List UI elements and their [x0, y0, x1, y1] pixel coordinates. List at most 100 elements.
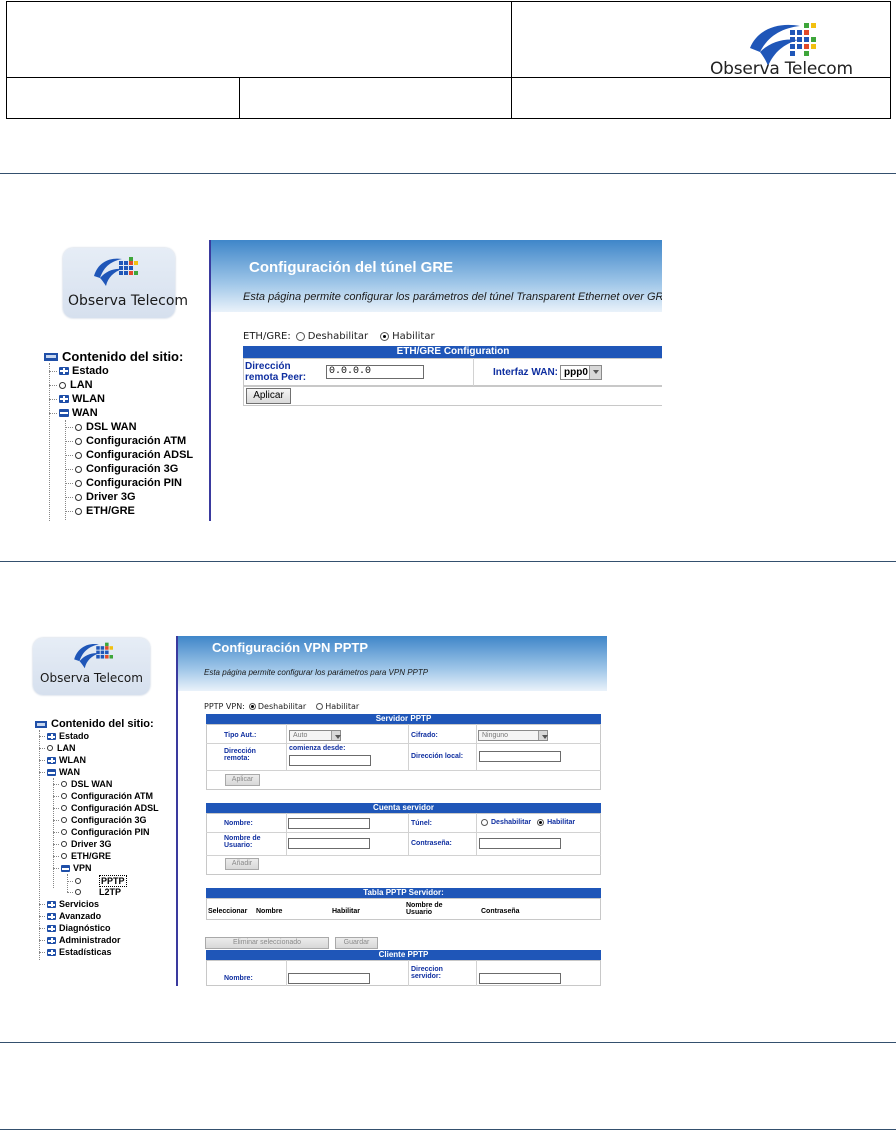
- plus-icon: [59, 367, 69, 375]
- tree-item-wan[interactable]: WAN: [49, 407, 98, 419]
- tree-item-label: L2TP: [99, 887, 122, 897]
- start-from-input[interactable]: [289, 755, 371, 766]
- cell-divider: [286, 724, 287, 770]
- gre-config-screenshot: Observa Telecom Contenido del sitio: Est…: [37, 240, 662, 521]
- client-name-input[interactable]: [288, 973, 370, 984]
- username-input[interactable]: [288, 838, 370, 849]
- plus-icon: [47, 912, 56, 920]
- circle-icon: [61, 853, 67, 859]
- username-label-text: Nombre de Usuario:: [224, 835, 261, 850]
- tree-item-label: Estado: [59, 731, 90, 741]
- auth-type-label: Tipo Aut.:: [224, 732, 257, 739]
- tree-item-label: Configuración ATM: [71, 791, 153, 801]
- tree-item-estado[interactable]: Estado: [49, 365, 109, 377]
- tree-item-avanzado[interactable]: Avanzado: [39, 911, 101, 921]
- tree-item-label: Configuración 3G: [86, 463, 179, 475]
- radio-disable[interactable]: [248, 703, 256, 710]
- plus-icon: [47, 756, 56, 764]
- radio-tunnel-enable[interactable]: [537, 819, 545, 826]
- cell-divider: [476, 813, 477, 855]
- wan-interface-value: ppp0: [564, 367, 588, 378]
- tree-item-label: Avanzado: [59, 911, 102, 921]
- auth-type-value: Auto: [293, 732, 308, 739]
- plus-icon: [47, 732, 56, 740]
- tree-item-3g[interactable]: Configuración 3G: [53, 815, 147, 825]
- peer-address-input[interactable]: 0.0.0.0: [326, 365, 424, 379]
- page-title: Configuración VPN PPTP: [212, 640, 369, 655]
- start-from-label: comienza desde:: [289, 745, 346, 752]
- tree-item-label: WLAN: [59, 755, 86, 765]
- page-title: Configuración del túnel GRE: [249, 259, 454, 276]
- circle-icon: [61, 793, 67, 799]
- server-table-header: Tabla PPTP Servidor:: [206, 888, 601, 898]
- pptp-sidebar-title-text: Contenido del sitio:: [51, 718, 154, 730]
- pptp-config-screenshot: Observa Telecom Contenido del sitio: Est…: [29, 636, 607, 986]
- tree-item-pin[interactable]: Configuración PIN: [65, 477, 182, 489]
- radio-enable[interactable]: [316, 703, 324, 710]
- apply-button[interactable]: Aplicar: [246, 388, 291, 404]
- cipher-select[interactable]: Ninguno: [478, 730, 548, 741]
- tree-item-l2tp[interactable]: L2TP: [67, 887, 121, 897]
- circle-icon: [75, 465, 82, 473]
- tree-item-dsl-wan[interactable]: DSL WAN: [65, 421, 137, 433]
- pptp-mode-row: PPTP VPN: Deshabilitar Habilitar: [204, 702, 359, 711]
- server-address-input[interactable]: [479, 973, 561, 984]
- tree-item-estado[interactable]: Estado: [39, 731, 89, 741]
- tree-item-pin[interactable]: Configuración PIN: [53, 827, 150, 837]
- tree-item-atm[interactable]: Configuración ATM: [53, 791, 153, 801]
- tree-item-servicios[interactable]: Servicios: [39, 899, 99, 909]
- tree-item-3g[interactable]: Configuración 3G: [65, 463, 178, 475]
- tree-item-diagnostico[interactable]: Diagnóstico: [39, 923, 111, 933]
- radio-enable[interactable]: [380, 332, 390, 341]
- circle-icon: [61, 841, 67, 847]
- cell-divider: [286, 960, 287, 986]
- tree-item-lan[interactable]: LAN: [49, 379, 93, 391]
- tree-item-eth-gre[interactable]: ETH/GRE: [53, 851, 111, 861]
- tree-item-driver-3g[interactable]: Driver 3G: [65, 491, 136, 503]
- auth-type-select[interactable]: Auto: [289, 730, 341, 741]
- tree-item-estadisticas[interactable]: Estadísticas: [39, 947, 112, 957]
- circle-icon: [61, 829, 67, 835]
- local-address-input[interactable]: [479, 751, 561, 762]
- tree-item-wan[interactable]: WAN: [39, 767, 80, 777]
- minus-icon: [47, 768, 56, 776]
- client-name-label: Nombre:: [224, 975, 253, 982]
- circle-icon: [61, 817, 67, 823]
- add-account-button[interactable]: Añadir: [225, 858, 259, 870]
- circle-icon: [75, 437, 82, 445]
- tree-item-lan[interactable]: LAN: [39, 743, 76, 753]
- tree-item-label: DSL WAN: [86, 421, 137, 433]
- tree-item-wlan[interactable]: WLAN: [39, 755, 86, 765]
- server-apply-button[interactable]: Aplicar: [225, 774, 260, 786]
- cipher-value: Ninguno: [482, 732, 509, 739]
- server-section-header: Servidor PPTP: [206, 714, 601, 724]
- tree-item-vpn[interactable]: VPN: [53, 863, 92, 873]
- pptp-mode-label: PPTP VPN:: [204, 702, 245, 711]
- cell-divider: [476, 724, 477, 770]
- tree-item-adsl[interactable]: Configuración ADSL: [53, 803, 159, 813]
- tree-item-driver-3g[interactable]: Driver 3G: [53, 839, 112, 849]
- tree-item-eth-gre[interactable]: ETH/GRE: [65, 505, 135, 517]
- account-name-input[interactable]: [288, 818, 370, 829]
- gre-section-header: ETH/GRE Configuration: [243, 346, 662, 358]
- tree-item-pptp[interactable]: PPTP: [67, 875, 127, 887]
- pptp-logo-text: Observa Telecom: [40, 671, 143, 685]
- tree-item-atm[interactable]: Configuración ATM: [65, 435, 186, 447]
- client-section-header: Cliente PPTP: [206, 950, 601, 960]
- tree-item-label: Estadísticas: [59, 947, 112, 957]
- delete-selected-button[interactable]: Eliminar seleccionado: [205, 937, 329, 949]
- plus-icon: [47, 900, 56, 908]
- password-input[interactable]: [479, 838, 561, 849]
- book-icon: [35, 720, 47, 728]
- radio-tunnel-disable[interactable]: [481, 819, 488, 826]
- tree-item-administrador[interactable]: Administrador: [39, 935, 121, 945]
- save-button[interactable]: Guardar: [335, 937, 378, 949]
- section-rule: [0, 173, 896, 174]
- tree-item-dsl-wan[interactable]: DSL WAN: [53, 779, 112, 789]
- remote-address-label: Dirección remota:: [224, 748, 266, 763]
- wan-interface-select[interactable]: ppp0: [560, 365, 602, 380]
- tree-item-wlan[interactable]: WLAN: [49, 393, 105, 405]
- radio-disable-label: Deshabilitar: [307, 331, 369, 342]
- radio-disable[interactable]: [295, 332, 305, 341]
- tree-item-adsl[interactable]: Configuración ADSL: [65, 449, 193, 461]
